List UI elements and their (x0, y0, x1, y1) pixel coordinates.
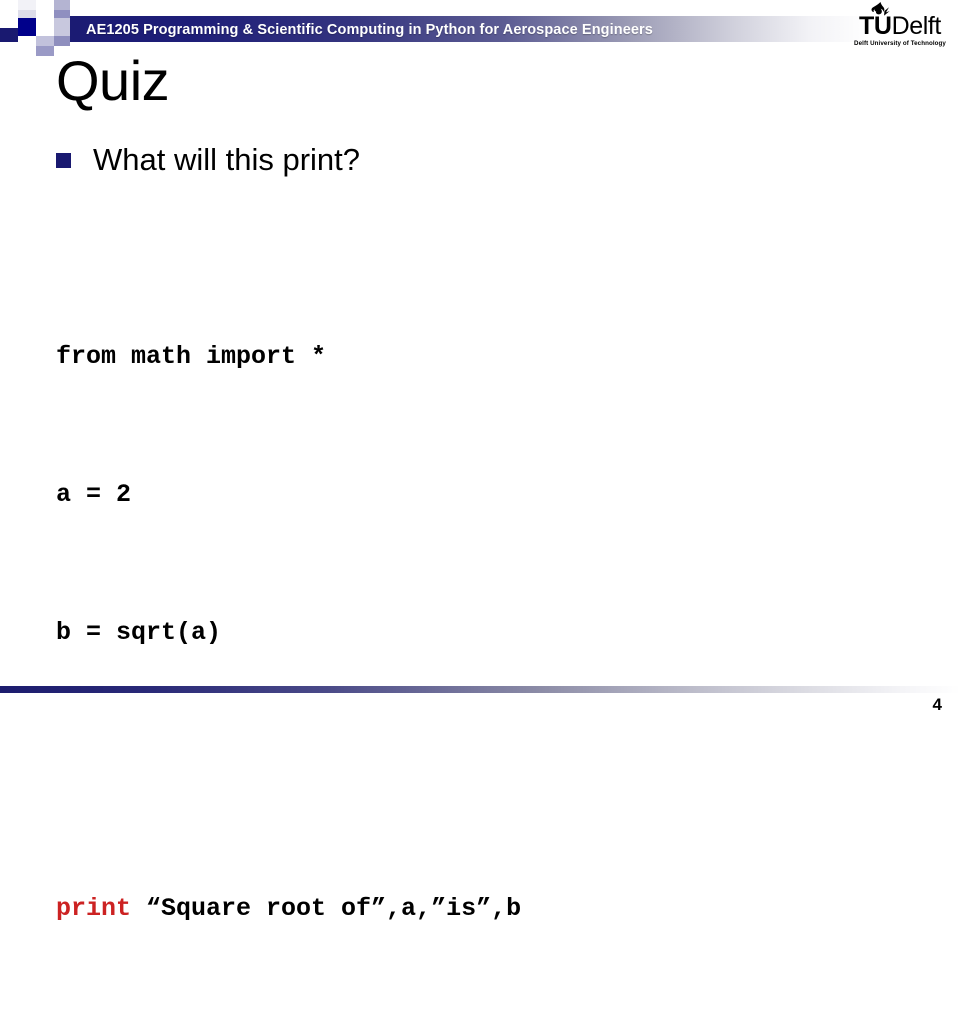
mosaic-square (18, 0, 36, 10)
logo-tagline: Delft University of Technology (854, 40, 946, 47)
slide-canvas: AE1205 Programming & Scientific Computin… (0, 0, 960, 923)
mosaic-square (18, 18, 36, 36)
mosaic-square (36, 36, 54, 46)
code-block: from math import * a = 2 b = sqrt(a) pri… (56, 242, 521, 1024)
square-bullet-icon (56, 152, 71, 168)
page-number: 4 (932, 695, 942, 714)
code-line-print-rest: “Square root of”,a,”is”,b (131, 894, 522, 923)
logo-delft: Delft (891, 12, 942, 40)
python-keyword-print: print (56, 894, 132, 923)
code-line: a = 2 (56, 480, 132, 509)
bullet-item: What will this print? (56, 141, 360, 179)
mosaic-square (36, 0, 54, 10)
mosaic-square (54, 36, 70, 46)
mosaic-square (54, 18, 70, 36)
code-line-print: print “Square root of”,a,”is”,b (56, 886, 521, 932)
page-title: Quiz (56, 49, 170, 112)
logo-tu: TU (859, 12, 892, 40)
mosaic-square (36, 46, 54, 56)
tudelft-logo: TUDelft Delft University of Technology (848, 2, 952, 48)
code-line: b = sqrt(a) (56, 618, 222, 647)
bullet-item-label: What will this print? (93, 142, 361, 177)
code-line: from math import * (56, 342, 327, 371)
footer-bar (0, 686, 960, 693)
mosaic-square (36, 18, 54, 36)
course-header-title: AE1205 Programming & Scientific Computin… (86, 22, 653, 38)
tudelft-wordmark: TUDelft (848, 14, 952, 39)
mosaic-square (0, 10, 18, 28)
mosaic-square (18, 36, 36, 46)
mosaic-square (54, 0, 70, 10)
